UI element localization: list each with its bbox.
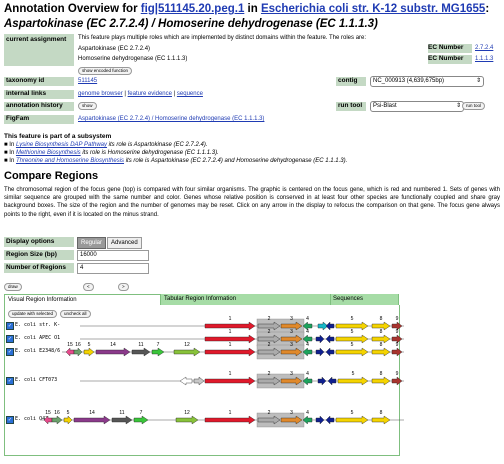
gene-arrow[interactable]: [302, 415, 313, 425]
gene-arrow[interactable]: [83, 347, 95, 357]
gene-arrow[interactable]: [63, 415, 73, 425]
gene-number: 3: [290, 342, 293, 348]
gene-arrow[interactable]: [43, 415, 53, 425]
gene-number: 5: [351, 316, 354, 322]
gene-number: 5: [351, 342, 354, 348]
gene-number: 8: [380, 329, 383, 335]
gene-number: 16: [75, 342, 81, 348]
gene-arrow[interactable]: [73, 347, 83, 357]
gene-arrow[interactable]: [193, 376, 205, 386]
gene-number: 2: [268, 329, 271, 335]
gene-number: 1: [229, 316, 232, 322]
gene-number: 1: [229, 371, 232, 377]
gene-number: 5: [67, 410, 70, 416]
gene-number: 8: [380, 342, 383, 348]
gene-number: 15: [67, 342, 73, 348]
gene-number: 12: [184, 410, 190, 416]
gene-number: 14: [110, 342, 116, 348]
gene-arrow[interactable]: [335, 415, 369, 425]
gene-number: 5: [88, 342, 91, 348]
gene-number: 7: [157, 342, 160, 348]
gene-arrow[interactable]: [325, 347, 335, 357]
gene-number: 3: [290, 371, 293, 377]
gene-arrow[interactable]: [204, 376, 256, 386]
gene-number: 2: [268, 342, 271, 348]
gene-arrow[interactable]: [151, 347, 165, 357]
gene-number: 9: [396, 342, 399, 348]
gene-number: 2: [268, 316, 271, 322]
gene-arrow[interactable]: [51, 415, 63, 425]
gene-number: 4: [306, 329, 309, 335]
gene-number: 3: [290, 329, 293, 335]
gene-number: 4: [306, 316, 309, 322]
gene-arrow[interactable]: [371, 347, 391, 357]
gene-arrow[interactable]: [327, 376, 337, 386]
gene-arrow[interactable]: [315, 415, 325, 425]
gene-arrow[interactable]: [302, 376, 313, 386]
gene-arrow[interactable]: [391, 347, 403, 357]
gene-arrow[interactable]: [131, 347, 151, 357]
gene-number: 3: [290, 410, 293, 416]
gene-arrow[interactable]: [325, 415, 335, 425]
gene-number: 9: [396, 316, 399, 322]
gene-arrow[interactable]: [371, 415, 391, 425]
gene-arrow[interactable]: [73, 415, 111, 425]
gene-arrow[interactable]: [111, 415, 133, 425]
gene-number: 11: [138, 342, 143, 348]
gene-number: 9: [396, 371, 399, 377]
gene-number: 11: [119, 410, 124, 416]
gene-number: 12: [184, 342, 190, 348]
gene-arrow[interactable]: [391, 376, 403, 386]
gene-arrow[interactable]: [337, 376, 369, 386]
gene-number: 16: [54, 410, 60, 416]
gene-arrow[interactable]: [302, 347, 313, 357]
gene-arrow[interactable]: [95, 347, 131, 357]
gene-number: 1: [229, 342, 232, 348]
gene-arrow[interactable]: [315, 347, 325, 357]
gene-arrow[interactable]: [65, 347, 75, 357]
gene-arrow[interactable]: [315, 334, 325, 344]
gene-arrow[interactable]: [173, 347, 201, 357]
gene-number: 4: [306, 410, 309, 416]
gene-number: 5: [352, 371, 355, 377]
gene-number: 4: [306, 342, 309, 348]
gene-number: 3: [290, 316, 293, 322]
gene-number: 8: [380, 371, 383, 377]
gene-arrow[interactable]: [335, 347, 369, 357]
gene-number: 8: [380, 316, 383, 322]
gene-arrow[interactable]: [325, 334, 335, 344]
gene-number: 5: [351, 329, 354, 335]
gene-number: 9: [396, 329, 399, 335]
gene-arrow[interactable]: [175, 415, 199, 425]
gene-arrow[interactable]: [133, 415, 149, 425]
gene-arrow[interactable]: [204, 347, 256, 357]
gene-arrow[interactable]: [371, 376, 391, 386]
gene-number: 1: [229, 329, 232, 335]
gene-number: 15: [45, 410, 51, 416]
gene-arrow[interactable]: [179, 376, 193, 386]
gene-number: 7: [140, 410, 143, 416]
gene-number: 4: [306, 371, 309, 377]
gene-number: 8: [380, 410, 383, 416]
gene-arrow[interactable]: [325, 321, 335, 331]
gene-arrow[interactable]: [317, 376, 327, 386]
gene-number: 5: [351, 410, 354, 416]
gene-number: 1: [229, 410, 232, 416]
gene-number: 2: [268, 371, 271, 377]
gene-arrow[interactable]: [204, 415, 256, 425]
gene-number: 2: [268, 410, 271, 416]
gene-region-graphic: 1 2 3 4 5 8 91 2 3 4 5 8 915 16 5 14 11 7 12 1 2 3 4 5 8 91 2 3 4 5 8 9…: [40, 316, 404, 428]
gene-number: 14: [89, 410, 95, 416]
